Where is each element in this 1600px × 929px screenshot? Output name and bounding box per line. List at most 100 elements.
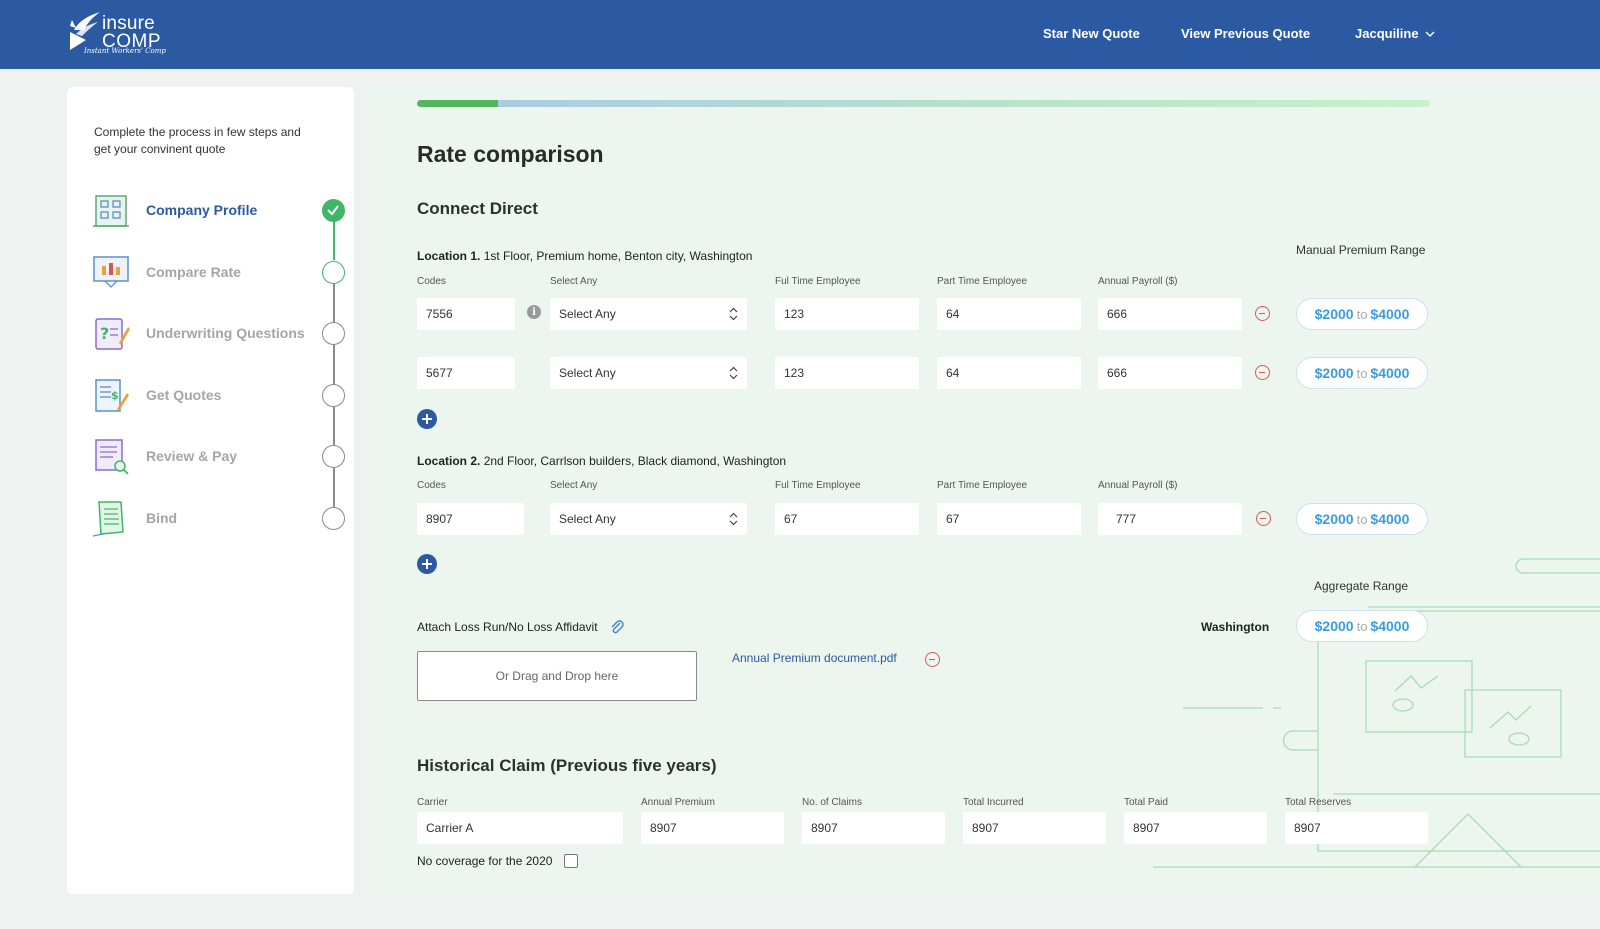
annual-payroll-label: Annual Payroll ($) [1098, 276, 1178, 287]
up-down-chevron-icon [729, 307, 738, 321]
location-1-title: Location 1. 1st Floor, Premium home, Ben… [417, 249, 752, 263]
claims-input[interactable]: 8907 [802, 812, 945, 844]
total-incurred-input[interactable]: 8907 [963, 812, 1106, 844]
svg-text:?: ? [100, 324, 109, 343]
step-get-quotes[interactable]: $ Get Quotes [89, 373, 351, 417]
remove-row-icon[interactable] [1255, 306, 1270, 321]
codes-label: Codes [417, 480, 446, 491]
paperclip-icon[interactable] [610, 619, 624, 635]
range-from: $2000 [1314, 365, 1354, 381]
step-status-circle [322, 506, 345, 530]
invoice-pen-icon: $ [89, 373, 133, 417]
remove-row-icon[interactable] [1256, 511, 1271, 526]
top-header: insure COMP Instant Workers' Comp Star N… [0, 0, 1600, 69]
claims-label: No. of Claims [802, 797, 863, 808]
part-time-input[interactable]: 64 [937, 357, 1081, 389]
part-time-label: Part Time Employee [937, 480, 1028, 491]
aggregate-range-label: Aggregate Range [1314, 579, 1409, 593]
remove-row-icon[interactable] [1255, 365, 1270, 380]
step-label: Company Profile [146, 202, 258, 218]
total-paid-label: Total Paid [1124, 797, 1168, 808]
premium-range-pill: $2000 to $4000 [1296, 503, 1428, 535]
code-input[interactable]: 5677 [417, 357, 515, 389]
step-status-circle [322, 383, 345, 407]
step-compare-rate[interactable]: Compare Rate [89, 250, 351, 294]
logo-tagline: Instant Workers' Comp [84, 47, 166, 55]
aggregate-state-label: Washington [1201, 620, 1270, 634]
step-company-profile[interactable]: Company Profile [89, 188, 351, 232]
range-to: $4000 [1370, 618, 1410, 634]
info-icon[interactable]: i [527, 305, 541, 319]
total-paid-input[interactable]: 8907 [1124, 812, 1267, 844]
select-value: Select Any [559, 307, 616, 321]
file-dropzone[interactable]: Or Drag and Drop here [417, 651, 697, 701]
select-value: Select Any [559, 366, 616, 380]
add-row-plus-icon[interactable] [417, 554, 437, 574]
step-underwriting-questions[interactable]: ? Underwriting Questions [89, 311, 351, 355]
class-select[interactable]: Select Any [550, 503, 747, 535]
range-to: $4000 [1370, 511, 1410, 527]
step-label: Review & Pay [146, 448, 238, 464]
annual-payroll-input[interactable]: 666 [1098, 298, 1242, 330]
aggregate-range-pill: $2000 to $4000 [1296, 610, 1428, 642]
annual-payroll-input[interactable]: 666 [1098, 357, 1242, 389]
user-menu[interactable]: Jacquiline [1355, 26, 1435, 41]
building-icon [89, 188, 133, 232]
class-select[interactable]: Select Any [550, 298, 747, 330]
step-status-circle [322, 321, 345, 345]
no-coverage-label: No coverage for the 2020 [417, 854, 553, 868]
range-to-word: to [1356, 365, 1368, 381]
no-coverage-option: No coverage for the 2020 [417, 854, 579, 868]
full-time-input[interactable]: 123 [775, 298, 919, 330]
steps-sidebar: Complete the process in few steps and ge… [67, 87, 354, 894]
location-2-title: Location 2. 2nd Floor, Carrlson builders… [417, 454, 786, 468]
add-row-plus-icon[interactable] [417, 409, 437, 429]
range-to: $4000 [1370, 365, 1410, 381]
code-input[interactable]: 8907 [417, 503, 524, 535]
premium-range-pill: $2000 to $4000 [1296, 357, 1428, 389]
question-clipboard-icon: ? [89, 311, 133, 355]
carrier-input[interactable]: Carrier A [417, 812, 623, 844]
annual-payroll-input[interactable]: 777 [1098, 503, 1242, 535]
attach-loss-run: Attach Loss Run/No Loss Affidavit [417, 619, 624, 635]
select-any-label: Select Any [550, 276, 598, 287]
insurecomp-logo[interactable]: insure COMP Instant Workers' Comp [66, 10, 166, 60]
full-time-label: Ful Time Employee [775, 276, 861, 287]
user-name: Jacquiline [1355, 26, 1419, 41]
section-subtitle: Connect Direct [417, 199, 538, 218]
quote-progress-bar [417, 100, 1430, 107]
no-coverage-checkbox[interactable] [564, 854, 579, 868]
step-connector [333, 283, 335, 323]
range-from: $2000 [1314, 306, 1354, 322]
part-time-input[interactable]: 64 [937, 298, 1081, 330]
step-review-pay[interactable]: Review & Pay [89, 434, 351, 478]
view-previous-quote-link[interactable]: View Previous Quote [1181, 26, 1310, 41]
annual-premium-label: Annual Premium [641, 797, 715, 808]
manual-premium-range-label: Manual Premium Range [1296, 243, 1426, 257]
location-address: 2nd Floor, Carrlson builders, Black diam… [483, 454, 787, 468]
sidebar-intro: Complete the process in few steps and ge… [94, 125, 301, 156]
full-time-input[interactable]: 67 [775, 503, 919, 535]
location-address: 1st Floor, Premium home, Benton city, Wa… [483, 249, 753, 263]
up-down-chevron-icon [729, 366, 738, 380]
location-prefix: Location 2. [417, 454, 481, 468]
annual-premium-input[interactable]: 8907 [641, 812, 784, 844]
remove-file-icon[interactable] [925, 652, 940, 667]
attached-file-link[interactable]: Annual Premium document.pdf [732, 651, 897, 665]
step-label: Underwriting Questions [146, 325, 305, 341]
part-time-input[interactable]: 67 [937, 503, 1081, 535]
total-reserves-input[interactable]: 8907 [1285, 812, 1428, 844]
full-time-label: Ful Time Employee [775, 480, 861, 491]
full-time-input[interactable]: 123 [775, 357, 919, 389]
range-from: $2000 [1314, 511, 1354, 527]
range-to-word: to [1356, 618, 1368, 634]
total-incurred-label: Total Incurred [963, 797, 1024, 808]
code-input[interactable]: 7556 [417, 298, 515, 330]
attach-label: Attach Loss Run/No Loss Affidavit [417, 620, 598, 634]
step-bind[interactable]: Bind [89, 496, 351, 540]
presentation-board-icon [89, 250, 133, 294]
range-to-word: to [1356, 306, 1368, 322]
start-new-quote-link[interactable]: Star New Quote [1043, 26, 1140, 41]
part-time-label: Part Time Employee [937, 276, 1028, 287]
class-select[interactable]: Select Any [550, 357, 747, 389]
